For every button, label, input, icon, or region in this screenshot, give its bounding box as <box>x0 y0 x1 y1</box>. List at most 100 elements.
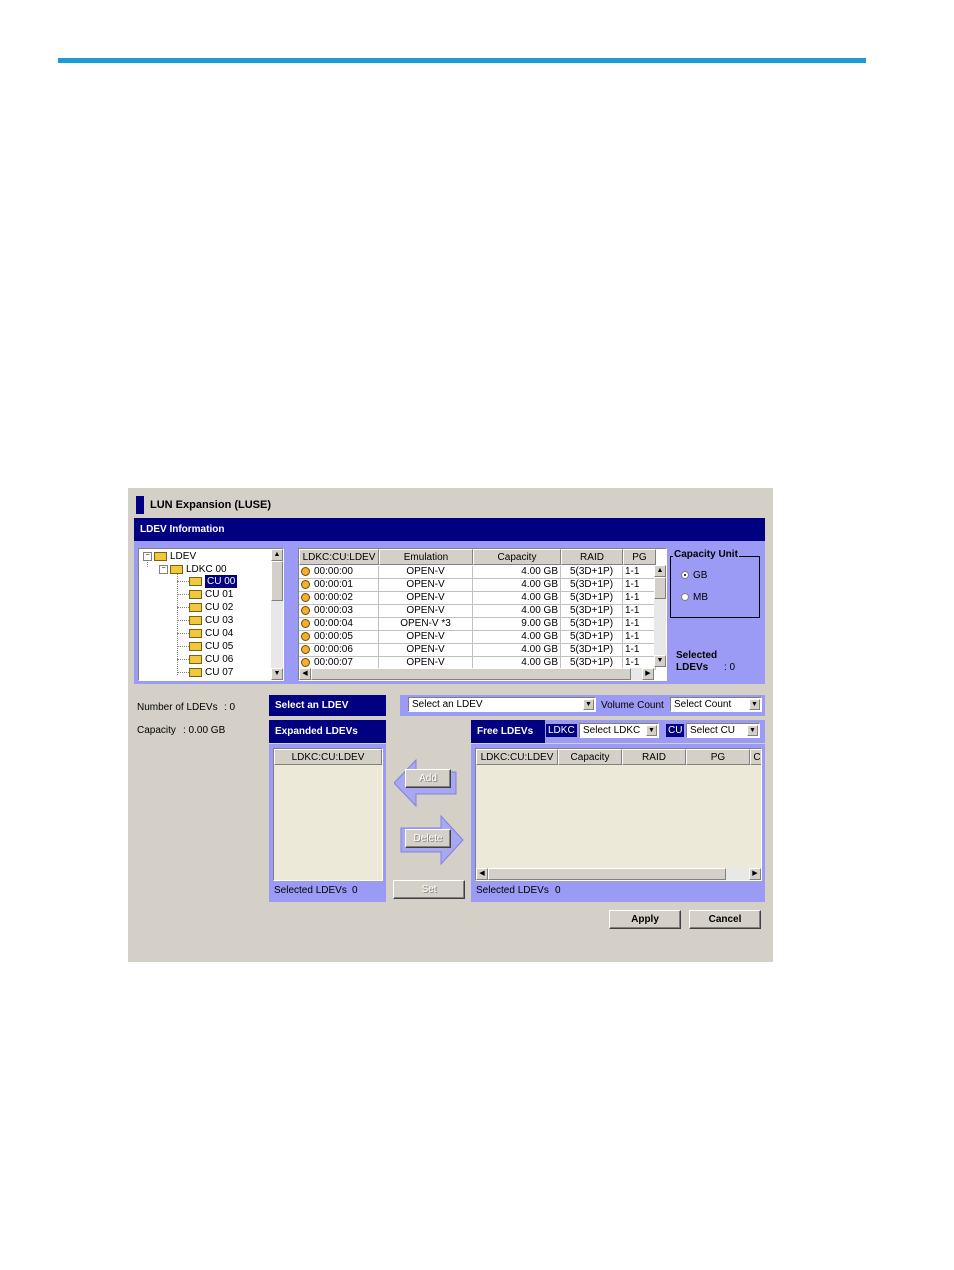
table-hscrollbar[interactable]: ◀ ▶ <box>299 668 654 680</box>
scroll-thumb[interactable] <box>488 868 726 880</box>
column-header[interactable]: RAID <box>561 549 623 565</box>
top-rule <box>58 58 866 63</box>
capacity-unit-label: Capacity Unit <box>673 549 739 560</box>
scroll-thumb[interactable] <box>271 561 283 601</box>
collapse-icon[interactable]: − <box>143 552 152 561</box>
ldev-tree[interactable]: − LDEV − LDKC 00 CU 00 CU 01 CU 02 CU 03 <box>138 548 284 681</box>
tree-node-cu-04[interactable]: CU 04 <box>189 627 233 640</box>
add-button[interactable]: Add <box>405 769 451 788</box>
table-row[interactable]: 00:00:04 OPEN-V *3 9.00 GB 5(3D+1P) 1-1 <box>299 618 656 631</box>
folder-icon <box>189 616 202 625</box>
folder-icon <box>189 590 202 599</box>
table-vscrollbar[interactable]: ▲ ▼ <box>654 565 666 667</box>
expanded-selected-value: 0 <box>352 885 358 896</box>
cell-pg: 1-1 <box>623 644 656 657</box>
cell-emulation: OPEN-V <box>379 605 473 618</box>
table-row[interactable]: 00:00:05 OPEN-V 4.00 GB 5(3D+1P) 1-1 <box>299 631 656 644</box>
column-header[interactable]: Capacity <box>473 549 561 565</box>
radio-mb[interactable]: MB <box>681 592 708 603</box>
folder-open-icon <box>170 565 183 574</box>
cell-ldev: 00:00:06 <box>314 644 353 655</box>
dropdown-arrow-icon[interactable]: ▼ <box>747 725 758 736</box>
tree-node-cu-00[interactable]: CU 00 <box>189 575 238 588</box>
scroll-thumb[interactable] <box>654 577 666 599</box>
tree-node-cu-06[interactable]: CU 06 <box>189 653 233 666</box>
ldev-info-header: LDEV Information <box>134 518 765 541</box>
apply-button[interactable]: Apply <box>609 910 681 929</box>
free-selected-value: 0 <box>555 885 561 896</box>
volume-count-combo[interactable]: Select Count ▼ <box>670 697 762 712</box>
capacity-unit-group <box>670 556 760 618</box>
ldkc-combo[interactable]: Select LDKC ▼ <box>579 723 659 738</box>
dropdown-arrow-icon[interactable]: ▼ <box>583 699 594 710</box>
column-header[interactable]: Emulation <box>379 549 473 565</box>
tree-label: CU 07 <box>205 667 234 678</box>
table-row[interactable]: 00:00:01 OPEN-V 4.00 GB 5(3D+1P) 1-1 <box>299 579 656 592</box>
table-row[interactable]: 00:00:03 OPEN-V 4.00 GB 5(3D+1P) 1-1 <box>299 605 656 618</box>
folder-icon <box>189 668 202 677</box>
tree-vscrollbar[interactable]: ▲ ▼ <box>271 549 283 680</box>
radio-gb[interactable]: GB <box>681 570 707 581</box>
cell-raid: 5(3D+1P) <box>561 631 623 644</box>
radio-selected-icon[interactable] <box>681 571 689 580</box>
scroll-right-arrow-icon[interactable]: ▶ <box>749 868 761 880</box>
tree-node-cu-05[interactable]: CU 05 <box>189 640 233 653</box>
delete-button[interactable]: Delete <box>405 829 451 848</box>
free-hscrollbar[interactable]: ◀ ▶ <box>476 868 761 880</box>
column-header[interactable]: PG <box>686 749 750 765</box>
tree-label: CU 06 <box>205 654 234 665</box>
scroll-right-arrow-icon[interactable]: ▶ <box>642 668 654 680</box>
select-ldev-combo[interactable]: Select an LDEV ▼ <box>408 697 596 712</box>
volume-count-combo-value: Select Count <box>674 699 732 710</box>
scroll-left-arrow-icon[interactable]: ◀ <box>299 668 311 680</box>
table-header: LDKC:CU:LDEV Emulation Capacity RAID PG <box>299 549 656 565</box>
scroll-up-arrow-icon[interactable]: ▲ <box>654 565 666 577</box>
column-header[interactable]: Capacity <box>558 749 622 765</box>
tree-line <box>177 581 189 582</box>
cu-combo[interactable]: Select CU ▼ <box>686 723 760 738</box>
cell-capacity: 4.00 GB <box>473 644 561 657</box>
tree-node-cu-02[interactable]: CU 02 <box>189 601 233 614</box>
cell-capacity: 4.00 GB <box>473 566 561 579</box>
scroll-thumb[interactable] <box>311 668 631 680</box>
tree-node-cu-03[interactable]: CU 03 <box>189 614 233 627</box>
table-row[interactable]: 00:00:02 OPEN-V 4.00 GB 5(3D+1P) 1-1 <box>299 592 656 605</box>
scroll-down-arrow-icon[interactable]: ▼ <box>654 655 666 667</box>
cell-capacity: 4.00 GB <box>473 579 561 592</box>
column-header[interactable]: PG <box>623 549 656 565</box>
tree-node-ldev[interactable]: − LDEV <box>143 550 196 563</box>
collapse-icon[interactable]: − <box>159 565 168 574</box>
cell-ldev: 00:00:07 <box>314 657 353 668</box>
free-ldevs-table[interactable]: LDKC:CU:LDEV Capacity RAID PG C ◀ ▶ <box>475 748 762 881</box>
cell-ldev: 00:00:01 <box>314 579 353 590</box>
set-button[interactable]: Set <box>393 880 465 899</box>
scroll-up-arrow-icon[interactable]: ▲ <box>271 549 283 561</box>
column-header[interactable]: LDKC:CU:LDEV <box>476 749 558 765</box>
dropdown-arrow-icon[interactable]: ▼ <box>749 699 760 710</box>
cell-ldev: 00:00:00 <box>314 566 353 577</box>
tree-node-cu-07[interactable]: CU 07 <box>189 666 233 679</box>
tree-label: CU 03 <box>205 615 234 626</box>
cell-pg: 1-1 <box>623 631 656 644</box>
folder-icon <box>189 603 202 612</box>
column-header[interactable]: RAID <box>622 749 686 765</box>
tree-label: CU 05 <box>205 641 234 652</box>
tree-line <box>177 672 189 673</box>
column-header[interactable]: LDKC:CU:LDEV <box>299 549 379 565</box>
dropdown-arrow-icon[interactable]: ▼ <box>646 725 657 736</box>
ldev-luse-icon <box>301 618 310 628</box>
radio-unselected-icon[interactable] <box>681 593 689 602</box>
cell-ldev: 00:00:02 <box>314 592 353 603</box>
column-header[interactable]: LDKC:CU:LDEV <box>274 749 382 765</box>
column-header[interactable]: C <box>750 749 761 765</box>
expanded-ldevs-list[interactable]: LDKC:CU:LDEV <box>273 748 383 881</box>
tree-node-cu-01[interactable]: CU 01 <box>189 588 233 601</box>
cu-combo-value: Select CU <box>690 725 736 736</box>
ldev-icon <box>301 592 310 602</box>
ldev-table[interactable]: LDKC:CU:LDEV Emulation Capacity RAID PG … <box>298 548 667 681</box>
scroll-left-arrow-icon[interactable]: ◀ <box>476 868 488 880</box>
table-row[interactable]: 00:00:00 OPEN-V 4.00 GB 5(3D+1P) 1-1 <box>299 566 656 579</box>
table-row[interactable]: 00:00:06 OPEN-V 4.00 GB 5(3D+1P) 1-1 <box>299 644 656 657</box>
scroll-down-arrow-icon[interactable]: ▼ <box>271 668 283 680</box>
cancel-button[interactable]: Cancel <box>689 910 761 929</box>
